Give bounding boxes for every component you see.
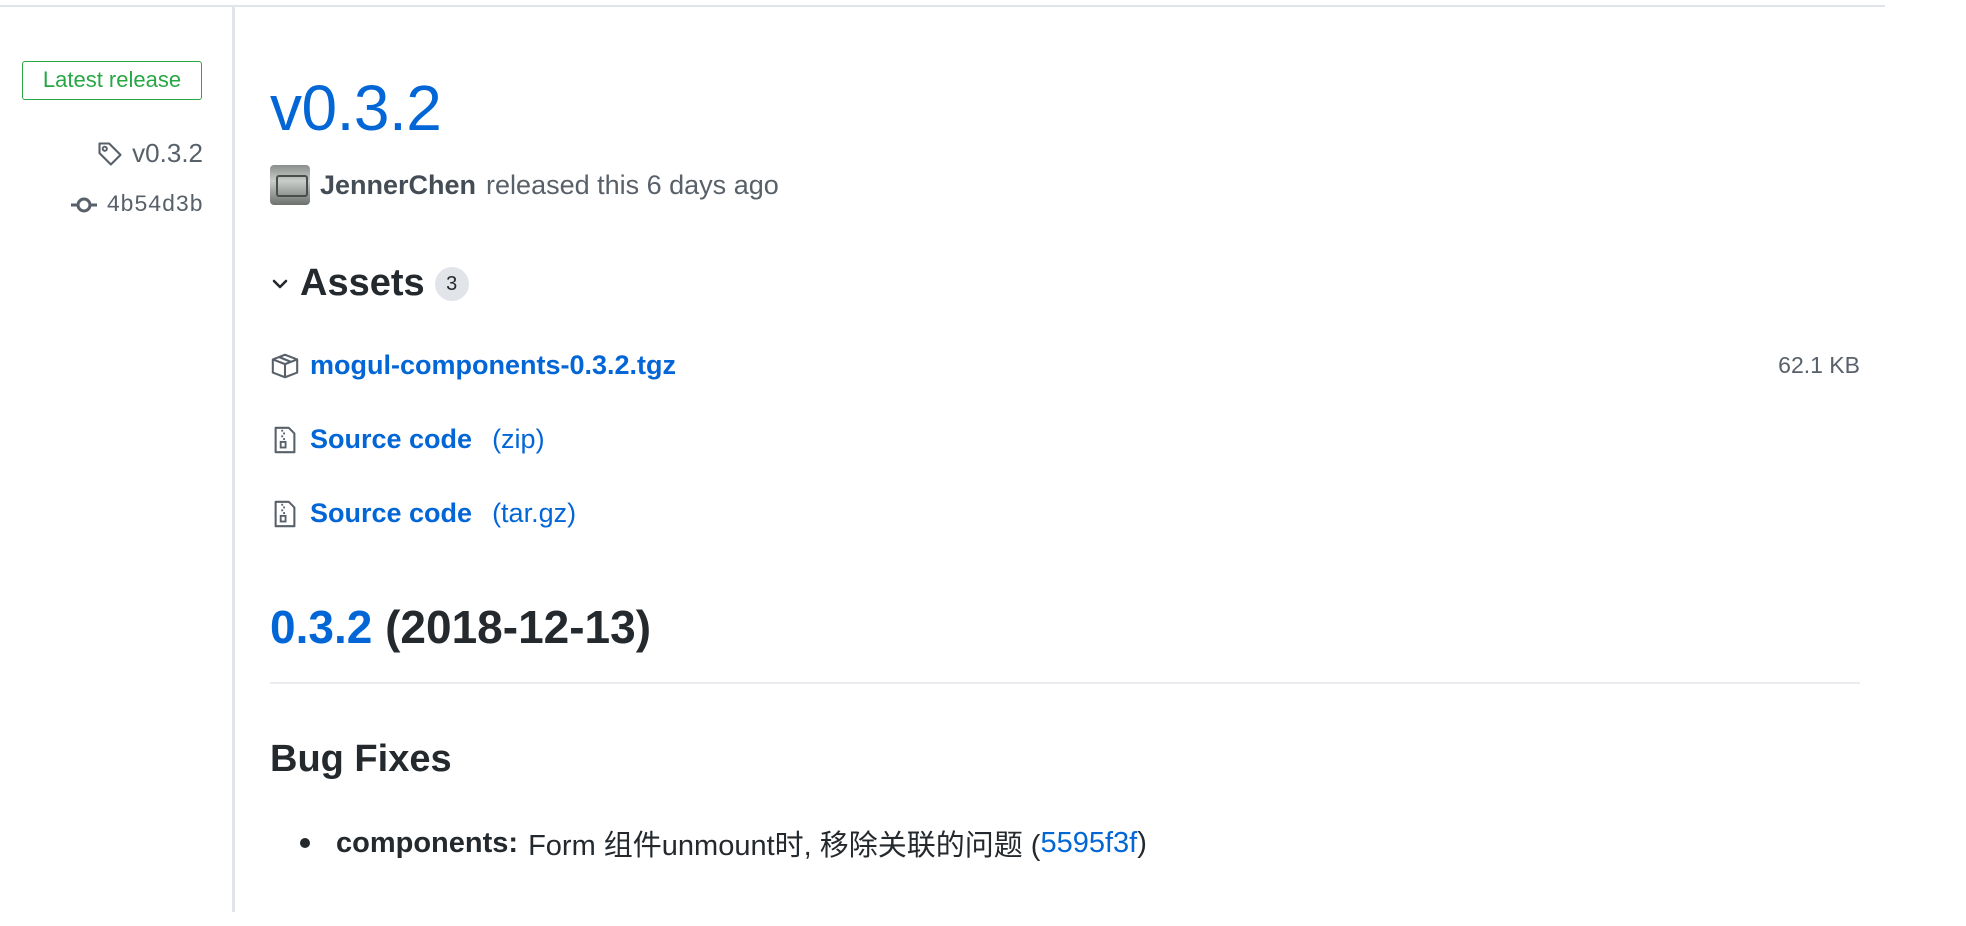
assets-title: Assets bbox=[300, 262, 425, 304]
timeline-divider bbox=[232, 7, 235, 912]
author-name-link[interactable]: JennerChen bbox=[320, 170, 476, 201]
top-divider bbox=[0, 5, 1885, 7]
file-zip-icon bbox=[274, 500, 296, 527]
change-text-close: ) bbox=[1137, 826, 1147, 859]
release-title-link[interactable]: v0.3.2 bbox=[270, 68, 442, 148]
source-code-targz-link[interactable]: Source code bbox=[310, 498, 472, 529]
commit-link[interactable]: 4b54d3b bbox=[70, 192, 203, 218]
change-text: Form 组件unmount时, 移除关联的问题 ( bbox=[528, 830, 1041, 862]
source-code-format: (tar.gz) bbox=[492, 498, 577, 528]
asset-row: mogul-components-0.3.2.tgz 62.1 KB bbox=[270, 350, 1860, 381]
tag-icon bbox=[98, 141, 122, 166]
asset-row: Source code (tar.gz) bbox=[270, 498, 1860, 529]
git-commit-icon bbox=[71, 197, 98, 213]
bug-fixes-heading: Bug Fixes bbox=[270, 738, 452, 780]
source-code-zip-link[interactable]: Source code bbox=[310, 424, 472, 455]
version-compare-link[interactable]: 0.3.2 bbox=[270, 601, 372, 653]
tag-link[interactable]: v0.3.2 bbox=[96, 138, 203, 169]
heading-divider bbox=[270, 682, 1860, 684]
commit-sha: 4b54d3b bbox=[106, 192, 203, 218]
file-zip-icon bbox=[274, 426, 296, 453]
release-author-row: JennerChen released this 6 days ago bbox=[270, 165, 779, 205]
bullet-icon bbox=[300, 838, 310, 848]
source-code-format: (zip) bbox=[492, 424, 545, 454]
avatar[interactable] bbox=[270, 165, 310, 205]
asset-download-link[interactable]: mogul-components-0.3.2.tgz bbox=[310, 350, 676, 381]
version-date: (2018-12-13) bbox=[385, 601, 652, 653]
chevron-down-icon bbox=[272, 279, 288, 288]
package-icon bbox=[271, 353, 299, 378]
release-time-text: released this 6 days ago bbox=[486, 169, 779, 200]
latest-release-badge: Latest release bbox=[22, 61, 202, 100]
asset-row: Source code (zip) bbox=[270, 424, 1860, 455]
assets-toggle[interactable]: Assets 3 bbox=[270, 262, 469, 305]
version-heading: 0.3.2 (2018-12-13) bbox=[270, 600, 651, 654]
asset-size: 62.1 KB bbox=[1778, 352, 1860, 378]
tag-label: v0.3.2 bbox=[132, 138, 203, 168]
list-item: components: Form 组件unmount时, 移除关联的问题 ( 5… bbox=[300, 822, 1147, 864]
assets-count-badge: 3 bbox=[434, 266, 469, 301]
commit-link[interactable]: 5595f3f bbox=[1040, 827, 1137, 860]
change-scope: components: bbox=[336, 826, 519, 859]
